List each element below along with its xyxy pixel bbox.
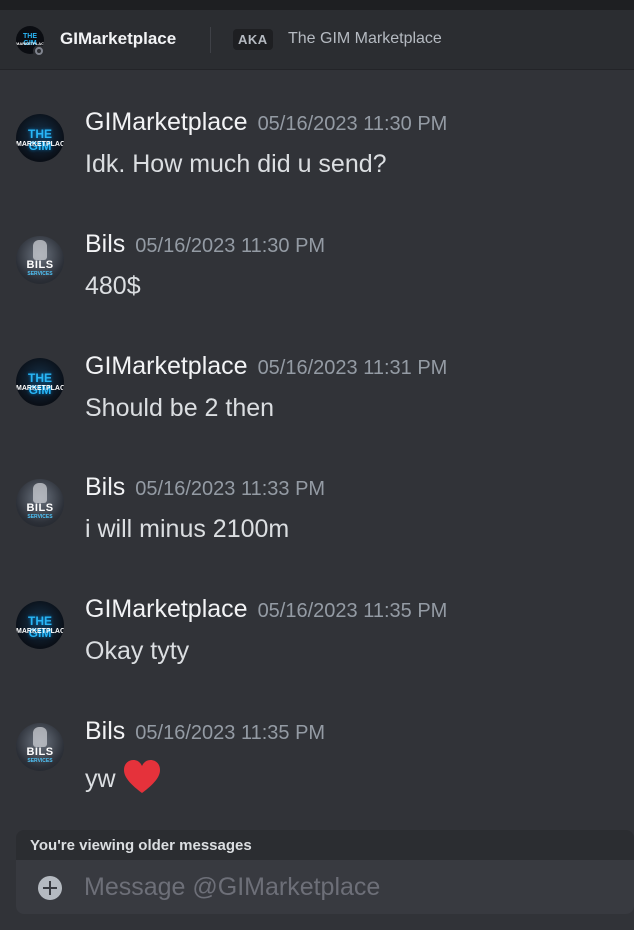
avatar-logo-top: BILS: [26, 502, 54, 514]
gim-avatar[interactable]: THE GIM MARKETPLACE: [16, 601, 64, 649]
author-name[interactable]: Bils: [85, 717, 125, 745]
message-content: i will minus 2100m: [85, 515, 290, 543]
message-author[interactable]: Bils 05/16/2023 11:33 PM: [85, 473, 325, 502]
message-list: THE GIM MARKETPLACE GIMarketplace 05/16/2…: [0, 70, 634, 830]
bils-avatar[interactable]: BILS SERVICES: [16, 723, 64, 771]
message-item: BILS SERVICES Bils 05/16/2023 11:35 PM yw: [0, 717, 634, 817]
message-author[interactable]: Bils 05/16/2023 11:35 PM: [85, 717, 325, 746]
message-item: THE GIM MARKETPLACE GIMarketplace 05/16/2…: [0, 108, 634, 208]
message-content: Okay tyty: [85, 637, 190, 665]
avatar-logo-bottom: SERVICES: [27, 758, 53, 764]
message-content: yw: [85, 759, 162, 795]
message-author[interactable]: Bils 05/16/2023 11:30 PM: [85, 230, 325, 259]
header-divider: [210, 27, 211, 53]
message-item: BILS SERVICES Bils 05/16/2023 11:30 PM 48…: [0, 230, 634, 330]
bils-avatar[interactable]: BILS SERVICES: [16, 479, 64, 527]
author-name[interactable]: Bils: [85, 230, 125, 258]
avatar-logo-top: BILS: [26, 746, 54, 758]
avatar-logo-bottom: MARKETPLACE: [16, 141, 64, 148]
older-messages-banner[interactable]: You're viewing older messages: [16, 830, 634, 860]
message-content: Idk. How much did u send?: [85, 150, 387, 178]
avatar-logo-bottom: SERVICES: [27, 514, 53, 520]
message-author[interactable]: GIMarketplace 05/16/2023 11:35 PM: [85, 595, 447, 624]
message-timestamp: 05/16/2023 11:30 PM: [257, 113, 448, 135]
aka-badge: AKA: [233, 29, 273, 50]
plus-circle-icon[interactable]: [38, 876, 62, 900]
dm-header: THE GIM MARKETPLACE GIMarketplace AKA Th…: [0, 10, 634, 70]
aka-name: The GIM Marketplace: [288, 30, 442, 47]
message-timestamp: 05/16/2023 11:33 PM: [135, 478, 326, 500]
bils-avatar[interactable]: BILS SERVICES: [16, 236, 64, 284]
message-text: yw: [85, 765, 116, 793]
avatar-logo-bottom: MARKETPLACE: [16, 385, 64, 392]
message-timestamp: 05/16/2023 11:30 PM: [135, 235, 326, 257]
avatar-figure: [33, 727, 47, 747]
avatar-logo-bottom: MARKETPLACE: [16, 628, 64, 635]
gim-avatar[interactable]: THE GIM MARKETPLACE: [16, 358, 64, 406]
message-timestamp: 05/16/2023 11:31 PM: [257, 357, 448, 379]
avatar-figure: [33, 240, 47, 260]
message-item: BILS SERVICES Bils 05/16/2023 11:33 PM i …: [0, 473, 634, 573]
message-content: Should be 2 then: [85, 394, 275, 422]
message-timestamp: 05/16/2023 11:35 PM: [135, 722, 326, 744]
avatar-logo-top: BILS: [26, 259, 54, 271]
author-name[interactable]: Bils: [85, 473, 125, 501]
red-heart-icon[interactable]: [122, 759, 162, 795]
message-content: 480$: [85, 272, 141, 300]
window-top-strip: [0, 0, 634, 10]
message-input[interactable]: [84, 870, 614, 904]
header-username[interactable]: GIMarketplace: [60, 29, 176, 49]
avatar-logo-bottom: SERVICES: [27, 271, 53, 277]
offline-status-icon: [33, 45, 45, 57]
avatar-figure: [33, 483, 47, 503]
author-name[interactable]: GIMarketplace: [85, 108, 248, 136]
author-name[interactable]: GIMarketplace: [85, 595, 248, 623]
gim-avatar[interactable]: THE GIM MARKETPLACE: [16, 114, 64, 162]
message-author[interactable]: GIMarketplace 05/16/2023 11:30 PM: [85, 108, 447, 137]
message-item: THE GIM MARKETPLACE GIMarketplace 05/16/2…: [0, 595, 634, 695]
message-author[interactable]: GIMarketplace 05/16/2023 11:31 PM: [85, 352, 447, 381]
message-timestamp: 05/16/2023 11:35 PM: [257, 600, 448, 622]
author-name[interactable]: GIMarketplace: [85, 352, 248, 380]
message-composer: [16, 860, 634, 914]
message-item: THE GIM MARKETPLACE GIMarketplace 05/16/2…: [0, 352, 634, 452]
older-messages-text: You're viewing older messages: [30, 837, 252, 854]
